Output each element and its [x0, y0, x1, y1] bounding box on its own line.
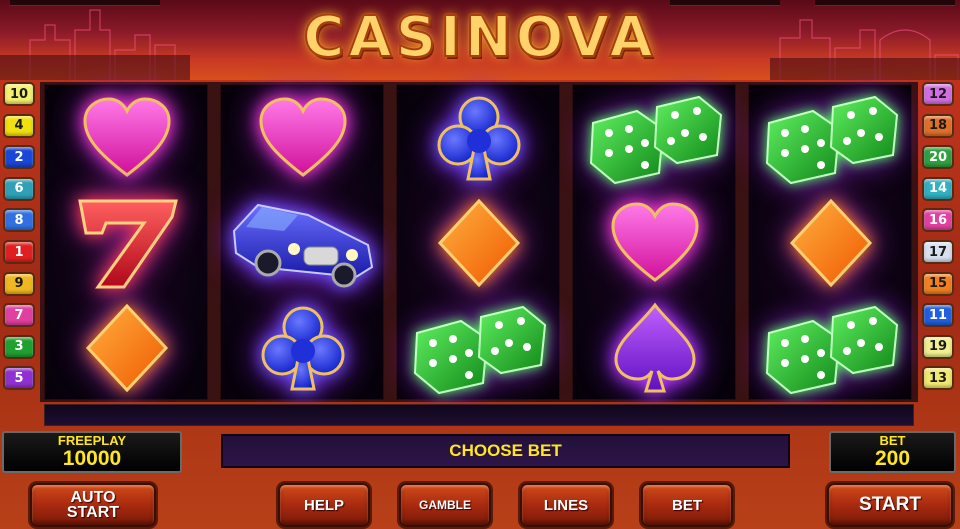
- spade-icon: [573, 295, 737, 400]
- club-icon: [397, 85, 561, 190]
- freeplay-label: FREEPLAY: [57, 433, 127, 448]
- payline-badge[interactable]: 10: [3, 82, 35, 106]
- car-icon: [221, 190, 385, 295]
- payline-badge[interactable]: 12: [922, 82, 954, 106]
- payline-badge[interactable]: 17: [922, 240, 954, 264]
- payline-badge[interactable]: 14: [922, 176, 954, 201]
- heart-icon: [45, 85, 209, 190]
- payline-badge[interactable]: 7: [3, 303, 35, 328]
- win-line-strip: [44, 404, 914, 426]
- top-banner: CASINOVA: [0, 0, 960, 80]
- freeplay-value: 10000: [62, 447, 122, 470]
- gamble-button[interactable]: GAMBLE: [399, 483, 491, 527]
- help-button[interactable]: HELP: [278, 483, 370, 527]
- reel-2: [220, 84, 384, 400]
- auto-start-label-line1: AUTO: [70, 489, 116, 506]
- payline-badge[interactable]: 4: [3, 113, 35, 138]
- payline-badge[interactable]: 6: [3, 176, 35, 201]
- auto-start-button[interactable]: AUTO START: [30, 483, 156, 527]
- top-meter-right: [815, 0, 955, 6]
- status-message: CHOOSE BET: [221, 434, 790, 468]
- payline-badge[interactable]: 3: [3, 334, 35, 359]
- diamond-icon: [397, 190, 561, 295]
- auto-start-label-line2: START: [66, 504, 120, 521]
- payline-badge[interactable]: 2: [3, 145, 35, 170]
- dice-icon: [573, 85, 737, 190]
- start-button[interactable]: START: [827, 483, 953, 527]
- game-title: CASINOVA: [302, 4, 657, 71]
- payline-badge[interactable]: 18: [922, 113, 954, 138]
- bet-button[interactable]: BET: [641, 483, 733, 527]
- diamond-icon: [45, 295, 209, 400]
- reel-1: [44, 84, 208, 400]
- lines-button[interactable]: LINES: [520, 483, 612, 527]
- payline-badge[interactable]: 20: [922, 145, 954, 170]
- reels-area: [40, 82, 918, 402]
- dice-icon: [397, 295, 561, 400]
- reel-3: [396, 84, 560, 400]
- top-meter-left: [10, 0, 160, 6]
- diamond-icon: [749, 190, 913, 295]
- bet-panel: BET 200: [829, 431, 956, 473]
- dice-icon: [749, 295, 913, 400]
- payline-badge[interactable]: 15: [922, 271, 954, 296]
- bet-value: 200: [874, 447, 911, 470]
- heart-icon: [573, 190, 737, 295]
- reel-5: [748, 84, 912, 400]
- reel-4: [572, 84, 736, 400]
- payline-badge[interactable]: 19: [922, 334, 954, 359]
- heart-icon: [221, 85, 385, 190]
- club-icon: [221, 295, 385, 400]
- payline-badge[interactable]: 13: [922, 366, 954, 391]
- freeplay-panel: FREEPLAY 10000: [2, 431, 182, 473]
- payline-badge[interactable]: 11: [922, 303, 954, 328]
- payline-badge[interactable]: 1: [3, 240, 35, 264]
- payline-badge[interactable]: 5: [3, 366, 35, 391]
- payline-badge[interactable]: 8: [3, 208, 35, 233]
- dice-icon: [749, 85, 913, 190]
- seven-icon: [45, 190, 209, 295]
- payline-badge[interactable]: 16: [922, 208, 954, 233]
- bet-label: BET: [879, 433, 906, 448]
- payline-badge[interactable]: 9: [3, 271, 35, 296]
